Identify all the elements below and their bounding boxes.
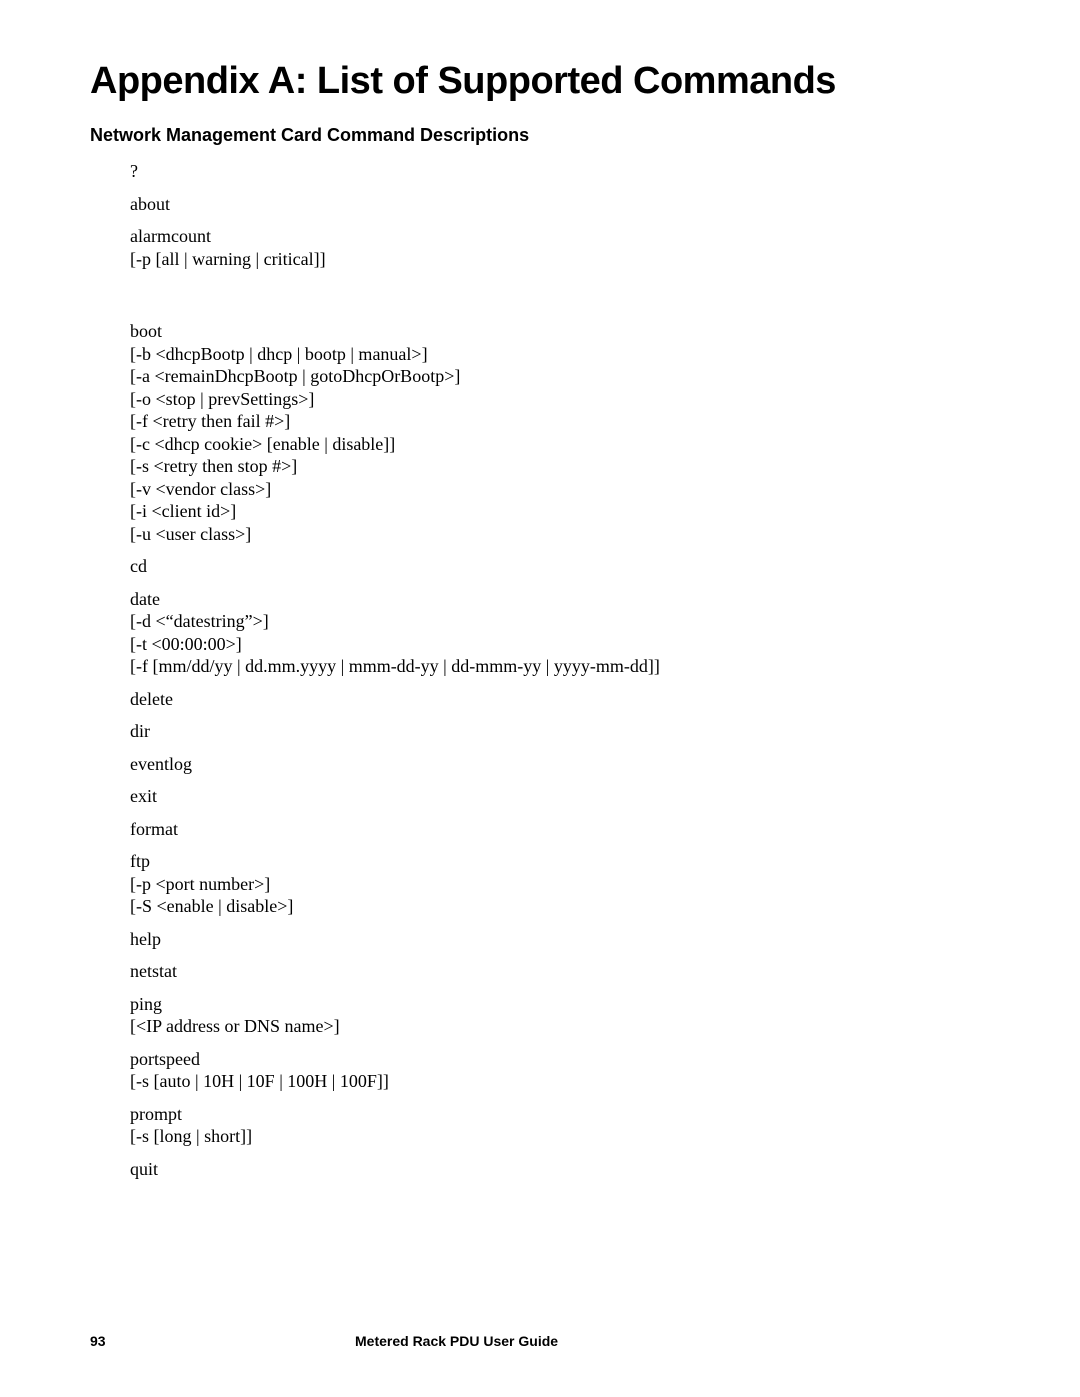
- command-list: ? about alarmcount[-p [all | warning | cri…: [90, 160, 990, 1180]
- command-name: format: [130, 818, 990, 841]
- command-name: dir: [130, 720, 990, 743]
- command-option: [-f [mm/dd/yy | dd.mm.yyyy | mmm-dd-yy |…: [130, 655, 990, 678]
- page-number: 93: [90, 1333, 340, 1349]
- command-option: [-i <client id>]: [130, 500, 990, 523]
- command-name: boot: [130, 320, 990, 343]
- command-block: eventlog: [130, 753, 990, 776]
- command-name: alarmcount: [130, 225, 990, 248]
- command-name: prompt: [130, 1103, 990, 1126]
- command-block: quit: [130, 1158, 990, 1181]
- command-option: [-t <00:00:00>]: [130, 633, 990, 656]
- command-block: about: [130, 193, 990, 216]
- section-heading: Network Management Card Command Descript…: [90, 125, 990, 146]
- command-block: netstat: [130, 960, 990, 983]
- command-block: boot[-b <dhcpBootp | dhcp | bootp | manu…: [130, 320, 990, 545]
- command-name: date: [130, 588, 990, 611]
- command-block: delete: [130, 688, 990, 711]
- command-name: ping: [130, 993, 990, 1016]
- command-name: ftp: [130, 850, 990, 873]
- command-option: [-o <stop | prevSettings>]: [130, 388, 990, 411]
- command-block: ping[<IP address or DNS name>]: [130, 993, 990, 1038]
- command-option: [-s [auto | 10H | 10F | 100H | 100F]]: [130, 1070, 990, 1093]
- command-option: [-p [all | warning | critical]]: [130, 248, 990, 271]
- command-option: [-d <“datestring”>]: [130, 610, 990, 633]
- command-name: quit: [130, 1158, 990, 1181]
- command-name: eventlog: [130, 753, 990, 776]
- command-option: [-S <enable | disable>]: [130, 895, 990, 918]
- command-block: date[-d <“datestring”>][-t <00:00:00>][-…: [130, 588, 990, 678]
- command-block: cd: [130, 555, 990, 578]
- command-block: help: [130, 928, 990, 951]
- command-name: help: [130, 928, 990, 951]
- command-block: dir: [130, 720, 990, 743]
- command-option: [-s [long | short]]: [130, 1125, 990, 1148]
- command-block: exit: [130, 785, 990, 808]
- command-option: [-b <dhcpBootp | dhcp | bootp | manual>]: [130, 343, 990, 366]
- command-name: delete: [130, 688, 990, 711]
- command-option: [-v <vendor class>]: [130, 478, 990, 501]
- command-option: [-f <retry then fail #>]: [130, 410, 990, 433]
- command-name: ?: [130, 160, 990, 183]
- command-name: exit: [130, 785, 990, 808]
- page-title: Appendix A: List of Supported Commands: [90, 60, 990, 103]
- command-block: prompt[-s [long | short]]: [130, 1103, 990, 1148]
- command-block: ?: [130, 160, 990, 183]
- command-option: [-a <remainDhcpBootp | gotoDhcpOrBootp>]: [130, 365, 990, 388]
- command-option: [-u <user class>]: [130, 523, 990, 546]
- command-name: cd: [130, 555, 990, 578]
- page-footer: 93 Metered Rack PDU User Guide: [90, 1333, 990, 1349]
- command-name: about: [130, 193, 990, 216]
- command-block: ftp[-p <port number>][-S <enable | disab…: [130, 850, 990, 918]
- command-option: [-p <port number>]: [130, 873, 990, 896]
- command-block: alarmcount[-p [all | warning | critical]…: [130, 225, 990, 270]
- command-name: portspeed: [130, 1048, 990, 1071]
- command-block: portspeed[-s [auto | 10H | 10F | 100H | …: [130, 1048, 990, 1093]
- command-option: [<IP address or DNS name>]: [130, 1015, 990, 1038]
- command-option: [-c <dhcp cookie> [enable | disable]]: [130, 433, 990, 456]
- command-option: [-s <retry then stop #>]: [130, 455, 990, 478]
- doc-title: Metered Rack PDU User Guide: [340, 1333, 990, 1349]
- command-block: format: [130, 818, 990, 841]
- command-name: netstat: [130, 960, 990, 983]
